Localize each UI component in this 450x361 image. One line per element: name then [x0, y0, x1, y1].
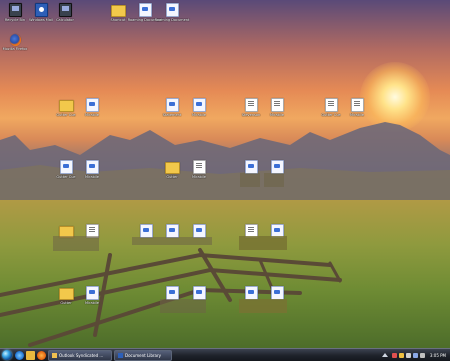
desktop-icon[interactable]: Gutter: [157, 160, 187, 180]
warning-icon[interactable]: [398, 352, 404, 358]
recycle-bin-icon: [8, 3, 22, 17]
document-icon: [270, 286, 284, 300]
text-file-icon: [244, 98, 258, 112]
taskbar-button-document-library[interactable]: Document Library: [114, 349, 172, 361]
desktop-icon[interactable]: Mirabile: [77, 98, 107, 118]
document-icon: [270, 160, 284, 174]
mail-icon: [34, 3, 48, 17]
desktop-icon[interactable]: Mirabile: [262, 98, 292, 118]
start-button[interactable]: [2, 350, 12, 360]
text-file-icon: [350, 98, 364, 112]
text-file-icon: [324, 98, 338, 112]
firefox-icon: [9, 34, 21, 46]
clock[interactable]: 3:05 PM: [430, 353, 446, 358]
desktop-icon-selected[interactable]: Mirabile: [342, 98, 372, 118]
folder-icon: [58, 288, 74, 300]
desktop-icon-firefox[interactable]: Mozilla Firefox: [0, 34, 30, 54]
document-icon: [165, 98, 179, 112]
document-icon: [244, 160, 258, 174]
icon-label-placeholder: [132, 237, 212, 245]
desktop-icon[interactable]: Mirabile: [184, 160, 214, 180]
media-player-icon[interactable]: [37, 350, 46, 360]
outlook-icon: [52, 352, 57, 358]
document-icon: [118, 352, 123, 358]
network-icon[interactable]: [405, 352, 411, 358]
document-icon: [138, 3, 152, 17]
icon-label-placeholder: [160, 299, 206, 313]
desktop-icon-calculator[interactable]: Calculator: [50, 3, 80, 23]
document-icon: [192, 98, 206, 112]
desktop-icon[interactable]: Mirabile: [184, 98, 214, 118]
document-icon: [165, 224, 179, 238]
desktop-icon[interactable]: Mirabile: [77, 286, 107, 306]
document-icon: [85, 98, 99, 112]
folder-icon: [164, 162, 180, 174]
show-hidden-icons-icon[interactable]: [381, 353, 388, 357]
desktop-icon-document[interactable]: Roaming Document: [155, 3, 189, 23]
text-file-icon: [192, 160, 206, 174]
desktop-icon[interactable]: Mirabile: [77, 160, 107, 180]
document-icon: [165, 286, 179, 300]
folder-icon: [110, 5, 126, 17]
icon-label-placeholder: [239, 236, 287, 250]
taskbar-button-outlook[interactable]: Outlook Syndicated ...: [48, 349, 112, 361]
document-icon: [85, 160, 99, 174]
document-icon: [192, 224, 206, 238]
text-file-icon: [270, 98, 284, 112]
desktop-icon[interactable]: Statement: [157, 98, 187, 118]
taskbar: Outlook Syndicated ... Document Library …: [0, 348, 450, 361]
security-icon[interactable]: [391, 352, 397, 358]
internet-explorer-icon[interactable]: [15, 350, 24, 360]
document-icon: [165, 3, 179, 17]
calculator-icon: [58, 3, 72, 17]
document-icon: [139, 224, 153, 238]
document-icon: [244, 286, 258, 300]
icon-label-placeholder: [264, 173, 284, 187]
folder-icon: [58, 100, 74, 112]
document-icon: [192, 286, 206, 300]
document-icon: [85, 286, 99, 300]
mountain-range: [0, 122, 450, 200]
system-tray: 3:05 PM: [381, 352, 450, 358]
volume-icon[interactable]: [412, 352, 418, 358]
folder-icon[interactable]: [26, 350, 35, 360]
icon-label-placeholder: [53, 236, 99, 251]
icon-label-placeholder: [239, 299, 287, 313]
power-icon[interactable]: [419, 352, 425, 358]
document-icon: [59, 160, 73, 174]
icon-label-placeholder: [240, 173, 260, 187]
desktop[interactable]: Recycle Bin Windows Mail Calculator Shor…: [0, 0, 450, 348]
